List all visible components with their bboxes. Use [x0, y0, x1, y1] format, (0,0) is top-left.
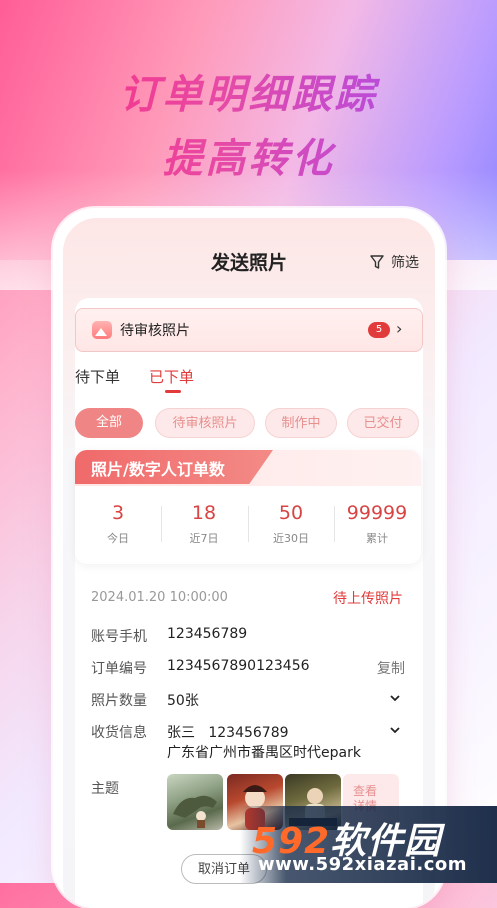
shipping-name-phone: 张三 123456789: [167, 725, 289, 741]
stat-value: 18: [191, 502, 217, 524]
stat-value: 99999: [346, 502, 408, 524]
order-no-label: 订单编号: [91, 661, 147, 677]
stat-today: 3 今日: [75, 502, 161, 546]
stat-value: 3: [111, 502, 125, 524]
pending-photos-bar[interactable]: 待审核照片 5 ›: [75, 308, 423, 352]
photo-count-value: 50张: [167, 693, 199, 709]
stat-total: 99999 累计: [334, 502, 420, 546]
stat-30days: 50 近30日: [248, 502, 334, 546]
phone-frame: 发送照片 筛选 待审核照片 5 › 待下单 已下单 全部 待审核照片 制作中 已…: [53, 208, 445, 908]
chip-pending-review[interactable]: 待审核照片: [155, 408, 255, 438]
stat-label: 近7日: [189, 532, 219, 545]
order-stats-card: 照片/数字人订单数 3 今日 18 近7日 50 近30日 99999 累计: [75, 450, 421, 564]
account-label: 账号手机: [91, 629, 147, 645]
chip-all[interactable]: 全部: [75, 408, 143, 438]
order-no-value: 1234567890123456: [167, 658, 310, 674]
theme-label: 主题: [91, 781, 119, 797]
stat-value: 50: [278, 502, 304, 524]
promo-headline-line1: 订单明细跟踪: [0, 62, 497, 120]
order-status: 待上传照片: [333, 591, 403, 607]
chevron-down-icon[interactable]: [389, 724, 401, 736]
shipping-address: 广东省广州市番禺区时代epark: [167, 745, 361, 761]
tab-to-order[interactable]: 待下单: [75, 366, 120, 387]
shipping-label: 收货信息: [91, 725, 147, 741]
filter-label: 筛选: [391, 255, 419, 271]
app-screen: 发送照片 筛选 待审核照片 5 › 待下单 已下单 全部 待审核照片 制作中 已…: [63, 218, 435, 908]
chevron-right-icon: ›: [396, 319, 403, 338]
photo-icon: [92, 321, 112, 339]
view-details-label-1: 查看: [353, 784, 378, 798]
theme-thumbnail[interactable]: [167, 774, 223, 830]
watermark-url: www.592xiazai.com: [258, 854, 467, 875]
active-tab-indicator: [165, 390, 181, 393]
promo-headline-line2: 提高转化: [0, 126, 497, 184]
chip-delivered[interactable]: 已交付: [347, 408, 419, 438]
stat-7days: 18 近7日: [161, 502, 247, 546]
dinosaur-photo-icon: [173, 795, 217, 828]
chip-in-production[interactable]: 制作中: [265, 408, 337, 438]
stat-label: 今日: [107, 532, 129, 545]
photo-count-label: 照片数量: [91, 693, 147, 709]
filter-button[interactable]: 筛选: [369, 252, 419, 272]
tab-ordered[interactable]: 已下单: [149, 366, 194, 387]
pending-count-badge: 5: [368, 322, 390, 338]
copy-button[interactable]: 复制: [377, 658, 405, 678]
funnel-icon: [370, 255, 384, 269]
account-value: 123456789: [167, 626, 248, 642]
stat-label: 近30日: [273, 532, 309, 545]
pending-photos-label: 待审核照片: [120, 323, 190, 339]
chevron-down-icon[interactable]: [389, 692, 401, 704]
stat-label: 累计: [366, 532, 388, 545]
order-datetime: 2024.01.20 10:00:00: [91, 590, 228, 605]
stats-title: 照片/数字人订单数: [91, 460, 225, 479]
